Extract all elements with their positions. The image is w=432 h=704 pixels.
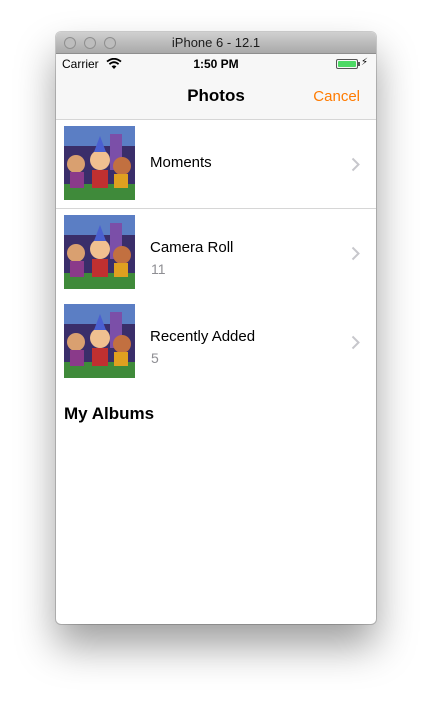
album-count: 11 — [151, 261, 166, 277]
my-albums-heading: My Albums — [64, 404, 155, 423]
album-count: 5 — [151, 350, 159, 366]
album-title: Recently Added — [150, 328, 256, 345]
album-thumbnail — [64, 304, 135, 378]
album-row-camera-roll[interactable]: Camera Roll 11 — [56, 209, 376, 298]
battery-level — [338, 61, 356, 67]
album-thumbnail — [64, 126, 135, 200]
album-row-recently-added[interactable]: Recently Added 5 — [56, 298, 376, 387]
status-bar: Carrier 1:50 PM ⚡ — [56, 54, 376, 74]
status-time: 1:50 PM — [193, 57, 239, 71]
page-background: iPhone 6 - 12.1 Carrier 1:50 PM ⚡ Photos… — [0, 0, 432, 704]
album-title: Moments — [150, 154, 212, 171]
navigation-bar: Photos Cancel — [56, 74, 376, 120]
cancel-button[interactable]: Cancel — [313, 88, 360, 105]
album-title: Camera Roll — [150, 239, 234, 256]
chevron-right-icon — [351, 335, 360, 350]
battery-cap — [358, 62, 360, 66]
window-titlebar[interactable]: iPhone 6 - 12.1 — [56, 32, 376, 54]
album-list: Moments Camera Roll 11 Recently Added 5 — [56, 120, 376, 387]
chevron-right-icon — [351, 157, 360, 172]
album-thumbnail — [64, 215, 135, 289]
simulator-window: iPhone 6 - 12.1 Carrier 1:50 PM ⚡ Photos… — [56, 32, 376, 624]
chevron-right-icon — [351, 246, 360, 261]
battery-icon — [336, 59, 358, 69]
charging-icon: ⚡ — [361, 57, 369, 68]
window-title: iPhone 6 - 12.1 — [171, 35, 261, 50]
album-row-moments[interactable]: Moments — [56, 120, 376, 209]
